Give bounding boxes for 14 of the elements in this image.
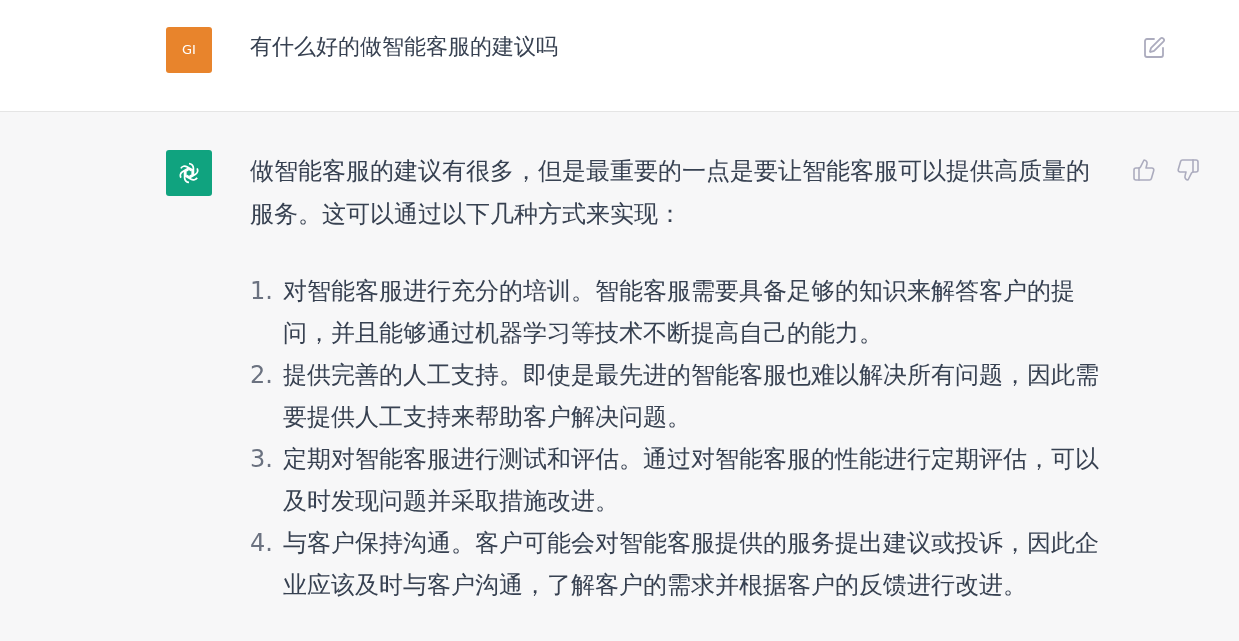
list-item-text: 与客户保持沟通。客户可能会对智能客服提供的服务提出建议或投诉，因此企业应该及时与客户沟通，了解客户的需求并根据客户的反馈进行改进。	[283, 528, 1100, 601]
list-item-text: 定期对智能客服进行测试和评估。通过对智能客服的性能进行定期评估，可以及时发现问题并采取措施改进。	[283, 444, 1100, 517]
list-item-text: 提供完善的人工支持。即使是最先进的智能客服也难以解决所有问题，因此需要提供人工支持来帮助客户解决问题。	[283, 360, 1100, 433]
thumbs-down-icon[interactable]	[1176, 158, 1200, 182]
list-item-text: 对智能客服进行充分的培训。智能客服需要具备足够的知识来解答客户的提问，并且能够通过机器学习等技术不断提高自己的能力。	[283, 276, 1076, 349]
user-message-text: 有什么好的做智能客服的建议吗	[250, 33, 559, 61]
list-number: 3.	[250, 444, 274, 475]
user-avatar: GI	[166, 27, 212, 73]
assistant-intro-text: 做智能客服的建议有很多，但是最重要的一点是要让智能客服可以提供高质量的服务。这可以通过以下几种方式来实现：	[250, 156, 1091, 230]
edit-icon[interactable]	[1142, 36, 1166, 60]
list-number: 4.	[250, 528, 274, 559]
list-number: 2.	[250, 360, 274, 391]
list-number: 1.	[250, 276, 274, 307]
thumbs-up-icon[interactable]	[1132, 158, 1156, 182]
